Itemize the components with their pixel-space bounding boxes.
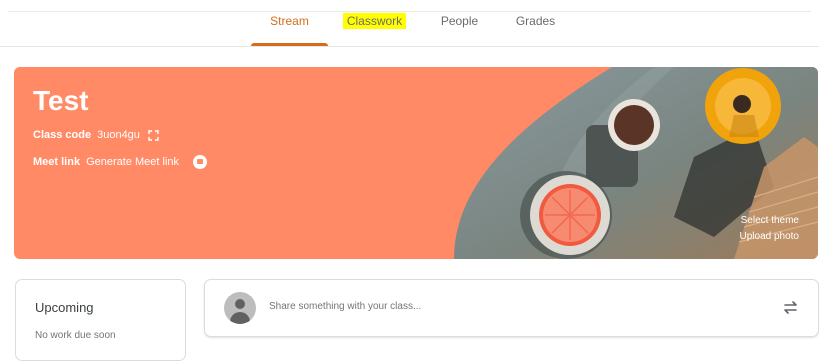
share-input-placeholder[interactable]: Share something with your class... (269, 301, 421, 312)
class-title: Test (33, 85, 89, 116)
class-code-value: 3uon4gu (97, 129, 140, 141)
tab-people-label: People (440, 14, 479, 28)
class-code-row: Class code 3uon4gu (33, 129, 159, 141)
upcoming-status: No work due soon (35, 330, 116, 341)
class-tabs: Stream Classwork People Grades (0, 0, 819, 47)
banner-actions: Select theme Upload photo (740, 213, 800, 245)
top-navigation-bar: Stream Classwork People Grades (0, 0, 819, 47)
repost-icon[interactable] (782, 299, 799, 316)
meet-link-label: Meet link (33, 156, 81, 168)
upload-photo-link[interactable]: Upload photo (740, 229, 800, 245)
tab-classwork-label: Classwork (342, 13, 407, 29)
active-tab-indicator (251, 43, 328, 46)
tab-grades-label: Grades (515, 14, 556, 28)
expand-icon[interactable] (148, 129, 159, 141)
tab-stream[interactable]: Stream (251, 12, 328, 34)
tab-people[interactable]: People (421, 12, 498, 34)
select-theme-link[interactable]: Select theme (740, 213, 799, 229)
avatar-placeholder-icon (224, 292, 256, 324)
tab-classwork[interactable]: Classwork (336, 12, 413, 34)
meet-video-icon[interactable] (193, 155, 208, 169)
share-box[interactable]: Share something with your class... (204, 279, 819, 337)
upcoming-card: Upcoming No work due soon (15, 279, 186, 361)
meet-link-row: Meet link Generate Meet link (33, 155, 208, 169)
class-code-label: Class code (33, 129, 92, 141)
tab-stream-label: Stream (270, 14, 309, 28)
class-banner: Test Class code 3uon4gu Meet link Genera… (14, 67, 818, 259)
upcoming-title: Upcoming (35, 300, 94, 315)
tab-grades[interactable]: Grades (497, 12, 574, 34)
generate-meet-link[interactable]: Generate Meet link (86, 156, 179, 168)
